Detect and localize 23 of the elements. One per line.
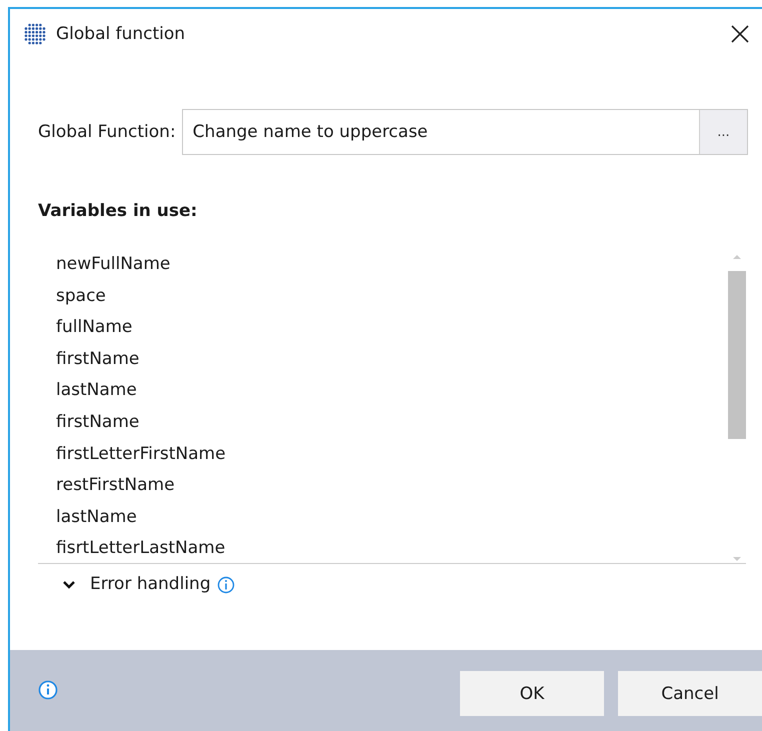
variable-item[interactable]: space <box>56 280 728 312</box>
chevron-icon <box>62 579 76 589</box>
variable-item[interactable]: firstName <box>56 344 728 376</box>
window-title: Global function <box>56 24 186 44</box>
close-icon[interactable] <box>730 24 750 44</box>
global-function-field[interactable]: Change name to uppercase ... <box>182 109 748 155</box>
variable-item[interactable]: firstName <box>56 406 728 439</box>
variable-item[interactable]: fisrtLetterLastName <box>56 533 728 565</box>
dialog-button[interactable]: OK <box>460 671 604 716</box>
section-heading: Variables in use: <box>38 201 198 221</box>
variable-item[interactable]: fullName <box>56 312 728 344</box>
dialog-button[interactable]: Cancel <box>618 671 762 716</box>
field-label: Global Function: <box>38 122 176 142</box>
variable-item[interactable]: restFirstName <box>56 470 728 502</box>
info-icon[interactable] <box>216 576 235 594</box>
variable-item[interactable]: lastName <box>56 502 728 534</box>
error-handling-toggle[interactable]: Error handling <box>62 574 211 594</box>
dotted-globe-icon <box>24 23 46 45</box>
info-icon[interactable] <box>38 680 58 700</box>
variable-item[interactable]: firstLetterFirstName <box>56 438 728 470</box>
variable-item[interactable]: lastName <box>56 375 728 407</box>
variable-item[interactable]: newFullName <box>56 249 728 281</box>
browse-button[interactable]: ... <box>699 110 747 154</box>
